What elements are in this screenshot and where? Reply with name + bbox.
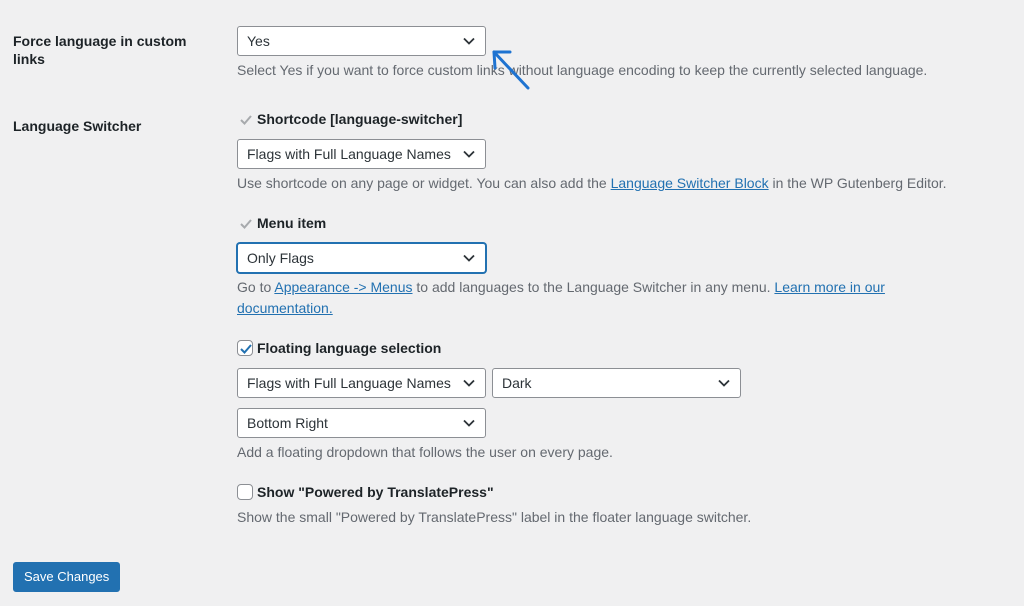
- powered-by-checkbox[interactable]: [237, 484, 253, 500]
- menu-item-style-select[interactable]: Only Flags: [237, 243, 486, 273]
- force-language-select-value: Yes: [247, 33, 270, 49]
- floating-theme-value: Dark: [502, 375, 532, 391]
- menu-item-checkbox[interactable]: [237, 215, 253, 231]
- floating-description: Add a floating dropdown that follows the…: [237, 444, 613, 460]
- language-switcher-label: Language Switcher: [13, 118, 142, 134]
- shortcode-style-value: Flags with Full Language Names: [247, 146, 451, 162]
- floating-position-select[interactable]: Bottom Right: [237, 408, 486, 438]
- floating-theme-select[interactable]: Dark: [492, 368, 741, 398]
- floating-option: Floating language selection: [237, 340, 441, 356]
- floating-checkbox[interactable]: [237, 340, 253, 356]
- language-switcher-block-link[interactable]: Language Switcher Block: [611, 175, 769, 191]
- shortcode-checkbox[interactable]: [237, 111, 253, 127]
- floating-style-select[interactable]: Flags with Full Language Names: [237, 368, 486, 398]
- shortcode-checkbox-label: Shortcode [language-switcher]: [257, 111, 463, 127]
- shortcode-style-select[interactable]: Flags with Full Language Names: [237, 139, 486, 169]
- menu-item-style-value: Only Flags: [247, 250, 314, 266]
- shortcode-desc-text: Use shortcode on any page or widget. You…: [237, 175, 611, 191]
- force-language-select[interactable]: Yes: [237, 26, 486, 56]
- chevron-down-icon: [463, 254, 475, 262]
- force-language-label: Force language in custom links: [13, 33, 187, 67]
- menu-item-checkbox-label: Menu item: [257, 215, 327, 231]
- shortcode-option: Shortcode [language-switcher]: [237, 111, 462, 127]
- annotation-arrow-icon: [492, 50, 530, 90]
- checkmark-icon: [240, 219, 252, 229]
- menu-item-description: Go to Appearance -> Menus to add languag…: [237, 277, 937, 319]
- chevron-down-icon: [463, 37, 475, 45]
- appearance-menus-link[interactable]: Appearance -> Menus: [274, 279, 412, 295]
- chevron-down-icon: [463, 150, 475, 158]
- chevron-down-icon: [463, 419, 475, 427]
- documentation-link[interactable]: Learn more in our: [774, 279, 885, 295]
- save-changes-button[interactable]: Save Changes: [13, 562, 121, 592]
- powered-by-checkbox-label: Show "Powered by TranslatePress": [257, 484, 494, 500]
- floating-style-value: Flags with Full Language Names: [247, 375, 451, 391]
- floating-position-value: Bottom Right: [247, 415, 328, 431]
- menu-item-desc-text-mid: to add languages to the Language Switche…: [412, 279, 775, 295]
- shortcode-desc-text-end: in the WP Gutenberg Editor.: [768, 175, 947, 191]
- shortcode-description: Use shortcode on any page or widget. You…: [237, 173, 997, 194]
- menu-item-desc-text: Go to: [237, 279, 275, 295]
- force-language-description: Select Yes if you want to force custom l…: [237, 62, 928, 78]
- checkmark-icon: [240, 115, 252, 125]
- checkmark-icon: [240, 344, 252, 354]
- powered-by-option: Show "Powered by TranslatePress": [237, 484, 494, 500]
- chevron-down-icon: [463, 379, 475, 387]
- menu-item-option: Menu item: [237, 215, 326, 231]
- documentation-link-line2[interactable]: documentation.: [237, 300, 333, 316]
- powered-by-description: Show the small "Powered by TranslatePres…: [237, 509, 752, 525]
- floating-checkbox-label: Floating language selection: [257, 340, 442, 356]
- chevron-down-icon: [718, 379, 730, 387]
